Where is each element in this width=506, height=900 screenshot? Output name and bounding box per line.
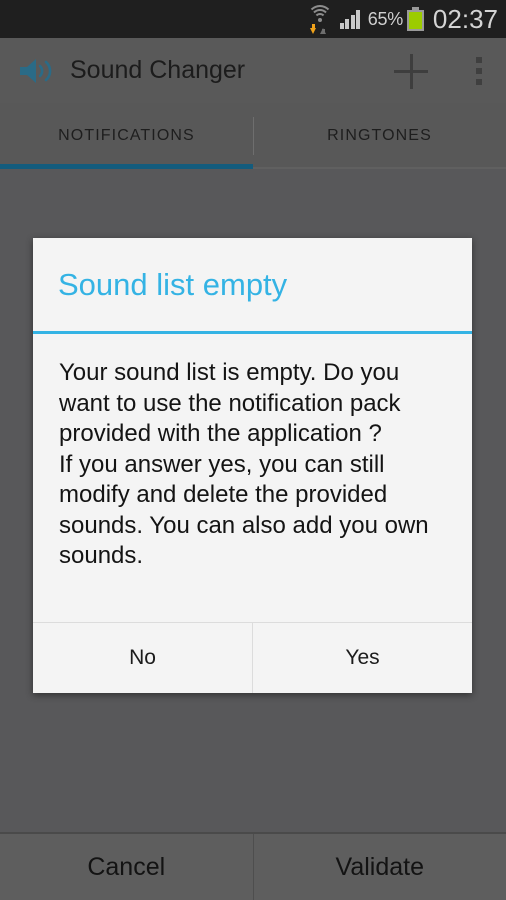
dialog-yes-button-label: Yes [345,646,380,669]
overflow-menu-button[interactable] [456,44,502,98]
upload-arrow-stem [322,29,325,34]
battery-percent-label: 65% [367,8,403,29]
signal-bar-3 [350,15,355,29]
page-title: Sound Changer [70,56,246,84]
overflow-menu-icon-dot-3 [476,78,482,85]
signal-bar-1 [339,23,344,29]
tab-ringtones-label: RINGTONES [327,127,432,144]
tab-ringtones[interactable]: RINGTONES [253,103,506,169]
status-bar-clock: 02:37 [432,4,498,34]
signal-bar-4 [356,10,361,29]
cancel-button[interactable]: Cancel [0,834,253,900]
tab-notifications-label: NOTIFICATIONS [58,127,195,144]
status-bar: 65% 02:37 [0,0,506,38]
wifi-icon [306,4,333,34]
plus-icon-vertical [409,53,413,89]
cellular-signal-icon [339,9,362,29]
dialog-yes-button[interactable]: Yes [252,623,472,693]
dialog-body: Your sound list is empty. Do you want to… [33,334,472,622]
dialog-message: Your sound list is empty. Do you want to… [59,359,429,569]
dialog-no-button[interactable]: No [33,623,252,693]
bottom-action-bar: Cancel Validate [0,832,506,900]
sound-list-empty-dialog: Sound list empty Your sound list is empt… [33,238,472,693]
dialog-no-button-label: No [129,646,156,669]
tab-divider [253,117,254,155]
battery-fill [408,11,423,30]
overflow-menu-icon-dot-2 [476,67,482,74]
signal-bar-2 [345,19,350,29]
tab-notifications[interactable]: NOTIFICATIONS [0,103,253,169]
android-screen: 65% 02:37 Sound Changer NOTIFICATIONS RI… [0,0,506,900]
add-button[interactable] [384,44,438,98]
speaker-sound-icon [16,56,60,86]
tab-bar: NOTIFICATIONS RINGTONES [0,103,506,169]
validate-button-label: Validate [335,852,425,881]
cancel-button-label: Cancel [87,852,166,881]
validate-button[interactable]: Validate [252,834,506,900]
dialog-title: Sound list empty [58,266,288,302]
dialog-title-area: Sound list empty [33,238,472,331]
battery-body [406,10,424,31]
dialog-button-row: No Yes [33,622,472,693]
battery-icon [406,7,424,31]
download-arrow-stem [312,24,315,29]
wifi-dot [317,17,322,22]
action-bar: Sound Changer [0,38,506,103]
overflow-menu-icon-dot-1 [476,56,482,63]
